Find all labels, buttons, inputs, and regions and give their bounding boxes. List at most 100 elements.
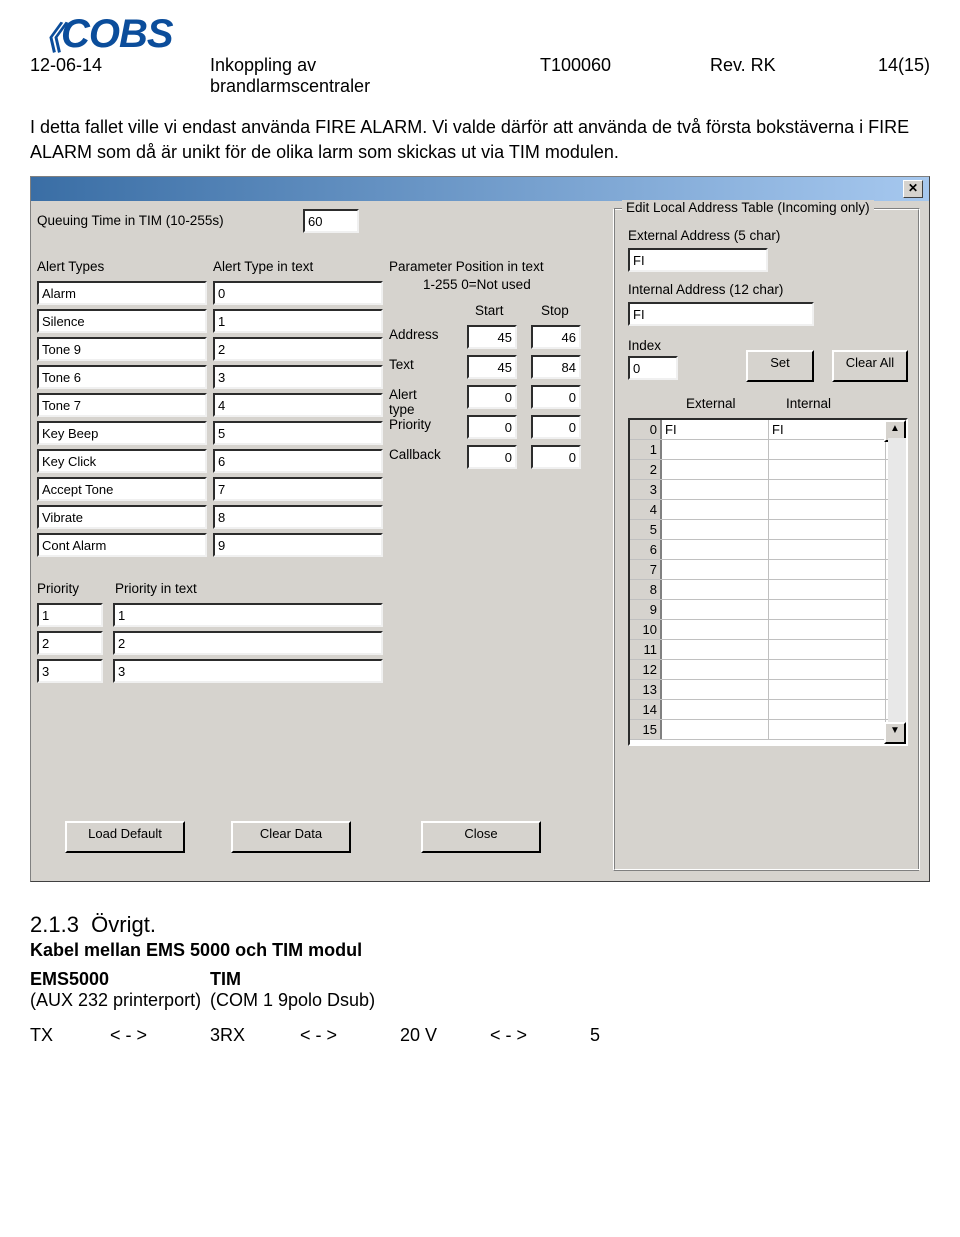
alert-type-field[interactable]: [37, 477, 207, 501]
alert-type-text-field[interactable]: [213, 505, 383, 529]
table-cell-ext: [662, 680, 769, 699]
table-row[interactable]: 1: [630, 440, 906, 460]
alert-type-text-field[interactable]: [213, 309, 383, 333]
table-row[interactable]: 9: [630, 600, 906, 620]
alert-type-field[interactable]: [37, 533, 207, 557]
set-button[interactable]: Set: [746, 350, 814, 382]
table-cell-int: [769, 500, 886, 519]
ext-addr-input[interactable]: [628, 248, 768, 272]
table-row[interactable]: 0FIFI: [630, 420, 906, 440]
table-row[interactable]: 11: [630, 640, 906, 660]
priority-text-field[interactable]: [113, 631, 383, 655]
hdr-rev: Rev. RK: [710, 55, 800, 97]
hdr-date: 12-06-14: [30, 55, 150, 97]
param-stop-field[interactable]: [531, 385, 581, 409]
alert-type-field[interactable]: [37, 365, 207, 389]
logo: 《COBS: [30, 0, 930, 59]
param-start-field[interactable]: [467, 325, 517, 349]
param-stop-field[interactable]: [531, 355, 581, 379]
priority-text-field[interactable]: [113, 659, 383, 683]
queuing-label: Queuing Time in TIM (10-255s): [37, 213, 224, 228]
alert-type-field[interactable]: [37, 309, 207, 333]
table-row[interactable]: 10: [630, 620, 906, 640]
queuing-input[interactable]: [303, 209, 359, 233]
param-row-label: Priority: [389, 417, 431, 432]
table-cell-int: [769, 640, 886, 659]
param-start-field[interactable]: [467, 355, 517, 379]
table-cell-ext: [662, 660, 769, 679]
clear-data-button[interactable]: Clear Data: [231, 821, 351, 853]
alert-type-field[interactable]: [37, 449, 207, 473]
stop-hdr: Stop: [541, 303, 569, 318]
param-start-field[interactable]: [467, 385, 517, 409]
table-cell-index: 12: [630, 660, 662, 679]
address-table-group: Edit Local Address Table (Incoming only)…: [613, 209, 919, 871]
table-row[interactable]: 15: [630, 720, 906, 740]
table-row[interactable]: 8: [630, 580, 906, 600]
clear-all-button[interactable]: Clear All: [832, 350, 908, 382]
scrollbar[interactable]: [888, 438, 906, 726]
table-cell-index: 15: [630, 720, 662, 739]
table-cell-index: 11: [630, 640, 662, 659]
alert-type-field[interactable]: [37, 421, 207, 445]
alert-type-text-field[interactable]: [213, 449, 383, 473]
table-cell-index: 13: [630, 680, 662, 699]
table-cell-index: 6: [630, 540, 662, 559]
table-cell-index: 9: [630, 600, 662, 619]
table-cell-index: 4: [630, 500, 662, 519]
table-row[interactable]: 3: [630, 480, 906, 500]
table-cell-index: 8: [630, 580, 662, 599]
index-input[interactable]: [628, 356, 678, 380]
table-row[interactable]: 4: [630, 500, 906, 520]
alert-type-text-field[interactable]: [213, 393, 383, 417]
alert-type-field[interactable]: [37, 505, 207, 529]
param-stop-field[interactable]: [531, 325, 581, 349]
table-row[interactable]: 5: [630, 520, 906, 540]
priority-text-field[interactable]: [113, 603, 383, 627]
table-cell-index: 0: [630, 420, 662, 439]
table-cell-int: [769, 560, 886, 579]
priority-field[interactable]: [37, 659, 103, 683]
alert-type-text-field[interactable]: [213, 421, 383, 445]
param-row-label: Text: [389, 357, 414, 372]
table-cell-ext: FI: [662, 420, 769, 439]
param-stop-field[interactable]: [531, 415, 581, 439]
scroll-down-icon[interactable]: ▼: [884, 722, 906, 744]
alert-type-field[interactable]: [37, 337, 207, 361]
table-row[interactable]: 2: [630, 460, 906, 480]
alert-type-text-field[interactable]: [213, 533, 383, 557]
alert-type-text-hdr: Alert Type in text: [213, 259, 313, 274]
priority-field[interactable]: [37, 631, 103, 655]
table-row[interactable]: 12: [630, 660, 906, 680]
close-button[interactable]: Close: [421, 821, 541, 853]
param-row-label: Alert type: [389, 387, 417, 417]
table-row[interactable]: 7: [630, 560, 906, 580]
alert-type-field[interactable]: [37, 393, 207, 417]
int-addr-input[interactable]: [628, 302, 814, 326]
load-default-button[interactable]: Load Default: [65, 821, 185, 853]
table-row[interactable]: 13: [630, 680, 906, 700]
table-cell-ext: [662, 560, 769, 579]
table-cell-index: 3: [630, 480, 662, 499]
alert-type-field[interactable]: [37, 281, 207, 305]
table-cell-index: 1: [630, 440, 662, 459]
table-row[interactable]: 14: [630, 700, 906, 720]
alert-type-text-field[interactable]: [213, 337, 383, 361]
param-stop-field[interactable]: [531, 445, 581, 469]
alert-type-text-field[interactable]: [213, 281, 383, 305]
table-cell-ext: [662, 460, 769, 479]
param-row-label: Callback: [389, 447, 441, 462]
close-icon[interactable]: ✕: [903, 180, 923, 198]
param-start-field[interactable]: [467, 415, 517, 439]
alert-types-hdr: Alert Types: [37, 259, 104, 274]
priority-field[interactable]: [37, 603, 103, 627]
alert-type-text-field[interactable]: [213, 477, 383, 501]
address-table[interactable]: ▲ ▼ 0FIFI123456789101112131415: [628, 418, 908, 746]
alert-type-text-field[interactable]: [213, 365, 383, 389]
table-cell-int: [769, 460, 886, 479]
table-cell-ext: [662, 720, 769, 739]
table-row[interactable]: 6: [630, 540, 906, 560]
param-start-field[interactable]: [467, 445, 517, 469]
table-cell-ext: [662, 600, 769, 619]
table-cell-index: 14: [630, 700, 662, 719]
